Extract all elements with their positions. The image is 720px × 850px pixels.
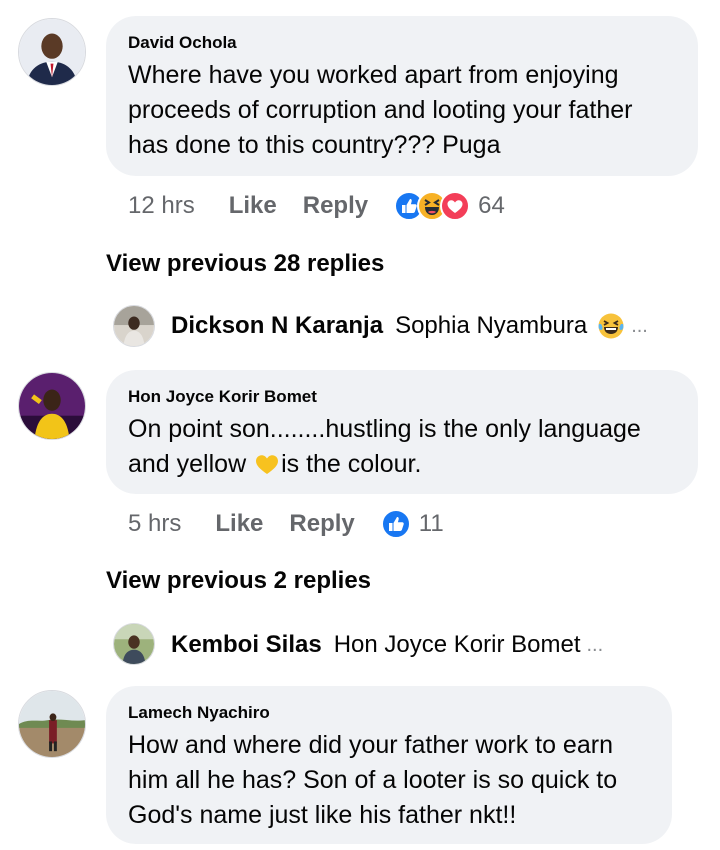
profile-photo <box>114 306 154 346</box>
reactions[interactable] <box>394 191 471 221</box>
profile-photo <box>114 624 154 664</box>
comment-text-line: him all he has? Son of a looter is so qu… <box>128 766 618 794</box>
reaction-count[interactable]: 11 <box>419 510 444 538</box>
comment-text-line: has done to this country??? Puga <box>128 131 501 159</box>
avatar-hon-joyce-korir-bomet[interactable] <box>18 372 86 440</box>
comment-text-fragment: and yellow <box>128 450 254 478</box>
like-button[interactable]: Like <box>229 192 277 220</box>
comment-bubble: Lamech Nyachiro How and where did your f… <box>106 686 672 844</box>
reply-author[interactable]: Dickson N Karanja <box>171 312 383 340</box>
profile-photo <box>19 373 85 439</box>
reply-preview[interactable]: Kemboi Silas Hon Joyce Korir Bomet ... <box>155 631 603 659</box>
reply-author[interactable]: Kemboi Silas <box>171 631 322 659</box>
yellow-heart-icon <box>253 449 281 477</box>
reply-text: Hon Joyce Korir Bomet <box>333 631 581 658</box>
avatar-dickson-n-karanja[interactable] <box>113 305 155 347</box>
timestamp[interactable]: 5 hrs <box>128 510 181 538</box>
truncation-ellipsis: ... <box>631 314 648 337</box>
like-button[interactable]: Like <box>215 510 263 538</box>
comment-text-line: proceeds of corruption and looting your … <box>128 96 633 124</box>
truncation-ellipsis: ... <box>586 633 604 656</box>
reply-button[interactable]: Reply <box>289 510 354 538</box>
comment-author[interactable]: Lamech Nyachiro <box>128 702 650 724</box>
comment-text-line: God's name just like his father nkt!! <box>128 801 517 829</box>
profile-photo <box>19 19 85 85</box>
comment-text-fragment: is the colour. <box>281 450 422 478</box>
avatar-kemboi-silas[interactable] <box>113 623 155 665</box>
comment-text-line: How and where did your father work to ea… <box>128 731 613 759</box>
comment-author[interactable]: Hon Joyce Korir Bomet <box>128 386 676 408</box>
avatar-lamech-nyachiro[interactable] <box>18 690 86 758</box>
view-previous-replies[interactable]: View previous 2 replies <box>106 567 371 595</box>
comment-bubble: David Ochola Where have you worked apart… <box>106 16 698 176</box>
comment-author[interactable]: David Ochola <box>128 32 676 54</box>
view-previous-replies[interactable]: View previous 28 replies <box>106 250 384 278</box>
timestamp[interactable]: 12 hrs <box>128 192 195 220</box>
like-icon <box>380 509 411 539</box>
tears-of-joy-icon <box>597 312 625 340</box>
comment-text: On point son........hustling is the only… <box>128 412 676 482</box>
comment-text-line: On point son........hustling is the only… <box>128 415 641 443</box>
reactions[interactable] <box>380 509 411 539</box>
reaction-count[interactable]: 64 <box>478 192 505 220</box>
reply-button[interactable]: Reply <box>303 192 368 220</box>
comment-actions: 5 hrs Like Reply 11 <box>128 506 444 542</box>
comment-text: How and where did your father work to ea… <box>128 728 650 833</box>
avatar-david-ochola[interactable] <box>18 18 86 86</box>
love-icon <box>440 191 471 221</box>
comment-text-line: Where have you worked apart from enjoyin… <box>128 61 619 89</box>
comment-text: Where have you worked apart from enjoyin… <box>128 58 676 163</box>
comment-text-line: and yellow is the colour. <box>128 447 676 482</box>
comment-bubble: Hon Joyce Korir Bomet On point son......… <box>106 370 698 494</box>
comment-actions: 12 hrs Like Reply 64 <box>128 188 505 224</box>
reply-preview[interactable]: Dickson N Karanja Sophia Nyambura ... <box>155 312 648 340</box>
reply-text: Sophia Nyambura <box>395 312 588 339</box>
profile-photo <box>19 691 85 757</box>
